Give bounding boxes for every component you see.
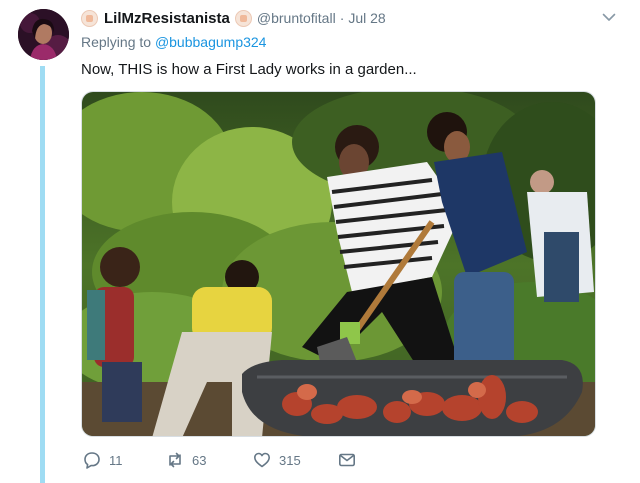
avatar[interactable] <box>18 9 69 60</box>
message-icon <box>338 453 355 467</box>
reply-button[interactable]: 11 <box>83 451 166 469</box>
like-icon <box>254 452 270 468</box>
tweet-text: Now, THIS is how a First Lady works in a… <box>81 61 417 78</box>
tweet-header: LilMzResistanista @bruntofitall · Jul 28 <box>81 8 386 28</box>
replying-to: Replying to @bubbagump324 <box>81 34 266 50</box>
thread-line <box>40 66 45 483</box>
replying-to-label: Replying to <box>81 34 152 50</box>
like-count: 315 <box>279 452 301 468</box>
user-handle[interactable]: @bruntofitall <box>257 10 336 26</box>
fist-emoji-icon <box>81 9 98 27</box>
retweet-button[interactable]: 63 <box>166 451 253 469</box>
message-button[interactable] <box>338 451 356 469</box>
reply-mention-link[interactable]: @bubbagump324 <box>155 34 267 50</box>
tweet-date[interactable]: Jul 28 <box>348 10 385 26</box>
reply-icon <box>84 452 100 469</box>
chevron-down-icon[interactable] <box>602 10 616 24</box>
fist-emoji-icon <box>234 9 252 27</box>
tweet-photo[interactable] <box>81 91 596 437</box>
separator-dot: · <box>339 10 345 26</box>
retweet-count: 63 <box>192 452 207 468</box>
retweet-icon <box>169 452 181 468</box>
display-name[interactable]: LilMzResistanista <box>104 10 230 27</box>
reply-count: 11 <box>109 452 123 468</box>
tweet-actions: 11 63 315 <box>83 451 356 469</box>
like-button[interactable]: 315 <box>253 451 338 469</box>
